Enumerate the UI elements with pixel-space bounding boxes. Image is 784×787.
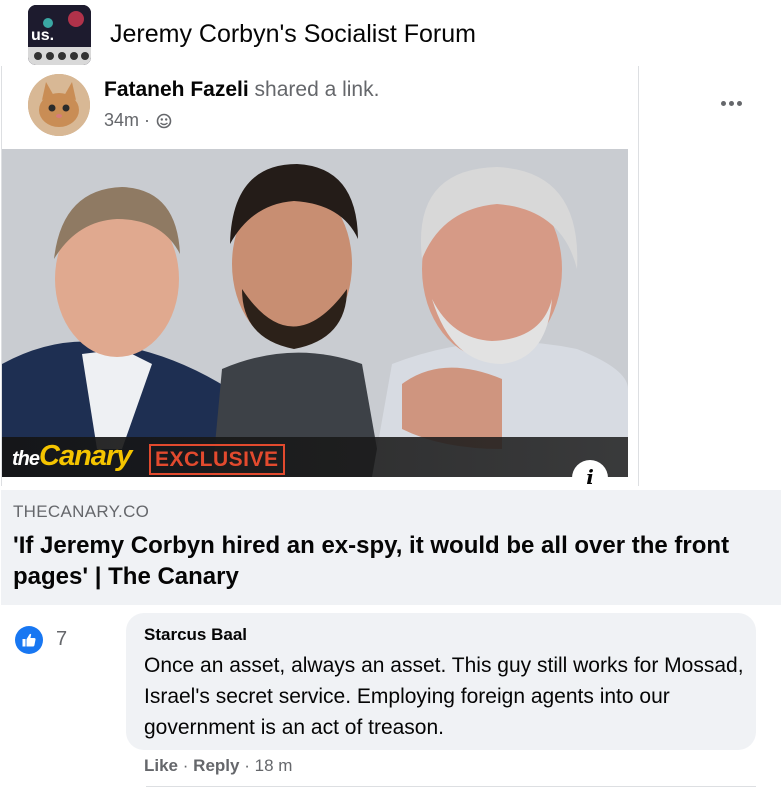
canary-logo-the: the: [12, 448, 40, 470]
comment-like-button[interactable]: Like: [144, 756, 178, 775]
link-preview-image[interactable]: [2, 149, 628, 477]
post-time[interactable]: 34m: [104, 110, 139, 131]
canary-logo: theCanary: [12, 440, 132, 473]
more-options-icon[interactable]: [714, 88, 748, 118]
group-avatar-text: us.: [31, 27, 55, 44]
more-dot: [720, 100, 726, 106]
post-author-line: Fataneh Fazeli shared a link.: [104, 78, 379, 102]
comment-separator: ·: [182, 756, 189, 775]
thumbs-up-icon[interactable]: [15, 626, 43, 654]
comment-author[interactable]: Starcus Baal: [144, 625, 247, 645]
meta-separator: ·: [144, 110, 151, 130]
more-dot: [728, 100, 734, 106]
group-audience-icon: [156, 113, 172, 128]
comment-separator: ·: [244, 756, 250, 775]
exclusive-badge: EXCLUSIVE: [149, 444, 285, 475]
comment-text: Once an asset, always an asset. This guy…: [144, 654, 744, 739]
thumbs-up-glyph: [22, 633, 36, 647]
group-avatar[interactable]: us.: [28, 5, 91, 65]
comment-reply-button[interactable]: Reply: [193, 756, 239, 775]
link-title[interactable]: 'If Jeremy Corbyn hired an ex-spy, it wo…: [13, 530, 753, 592]
post-meta: 34m ·: [104, 110, 172, 131]
comment-time[interactable]: 18 m: [255, 756, 293, 775]
author-avatar[interactable]: [28, 74, 90, 136]
canary-logo-name: Canary: [39, 440, 132, 472]
post-action-text: shared a link.: [254, 78, 380, 101]
like-count[interactable]: 7: [56, 628, 67, 651]
link-domain: THECANARY.CO: [13, 502, 150, 521]
preview-photo: [2, 149, 628, 477]
post-author-name[interactable]: Fataneh Fazeli: [104, 78, 249, 101]
kitten-avatar-image: [28, 74, 90, 136]
comment-actions: Like · Reply · 18 m: [144, 756, 292, 776]
group-title[interactable]: Jeremy Corbyn's Socialist Forum: [110, 20, 476, 49]
more-dot: [736, 100, 742, 106]
